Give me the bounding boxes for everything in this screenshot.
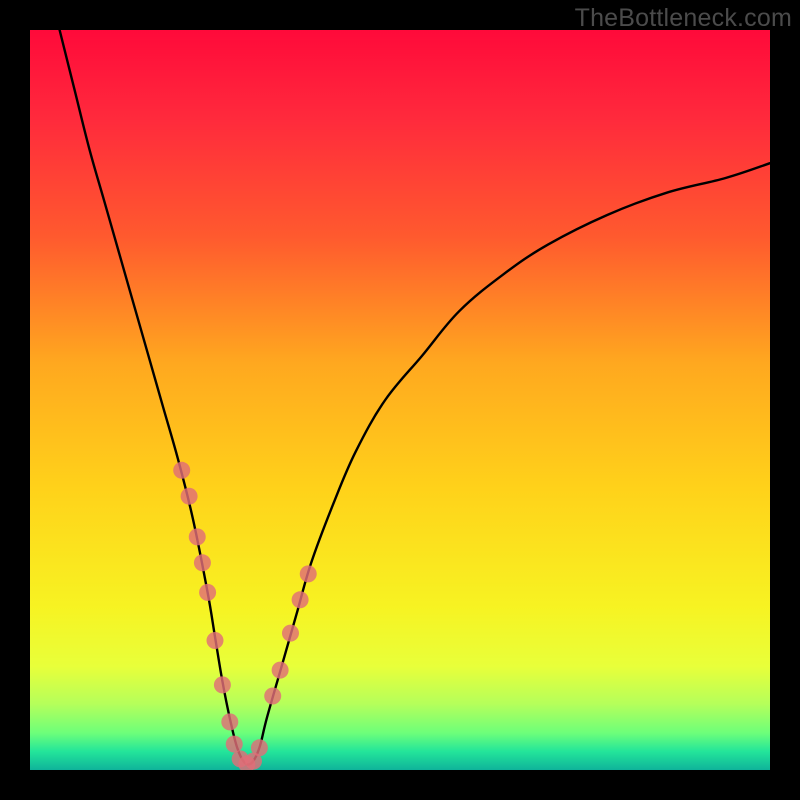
gradient-background [30,30,770,770]
curve-marker [199,584,216,601]
curve-marker [282,625,299,642]
curve-marker [173,462,190,479]
curve-marker [251,739,268,756]
curve-marker [221,713,238,730]
watermark-text: TheBottleneck.com [575,4,792,33]
curve-marker [264,688,281,705]
curve-marker [194,554,211,571]
curve-marker [292,591,309,608]
curve-marker [272,662,289,679]
curve-marker [300,565,317,582]
curve-marker [226,736,243,753]
curve-marker [189,528,206,545]
curve-marker [181,488,198,505]
plot-area [30,30,770,770]
bottleneck-chart [30,30,770,770]
curve-marker [207,632,224,649]
curve-marker [214,676,231,693]
